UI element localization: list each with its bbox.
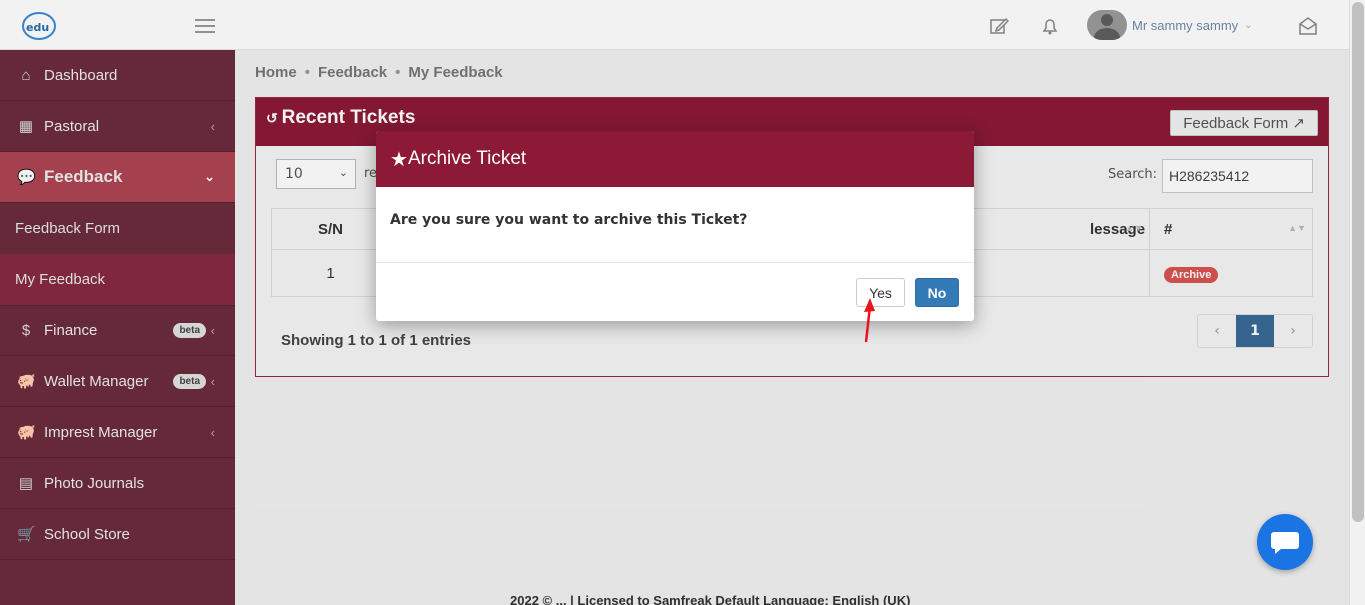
no-button[interactable]: No <box>915 278 959 307</box>
chat-bubble-icon <box>1271 532 1299 554</box>
scrollbar[interactable] <box>1349 0 1365 605</box>
modal-footer: Yes No <box>376 263 974 321</box>
modal-header: ★ Archive Ticket <box>376 131 974 187</box>
archive-ticket-modal: ★ Archive Ticket Are you sure you want to… <box>376 131 974 321</box>
modal-title: Archive Ticket <box>407 148 527 169</box>
scrollbar-thumb[interactable] <box>1352 2 1364 522</box>
modal-body: Are you sure you want to archive this Ti… <box>376 187 974 263</box>
red-arrow-annotation <box>864 298 875 343</box>
star-icon: ★ <box>390 148 408 171</box>
chat-button[interactable] <box>1257 514 1313 570</box>
